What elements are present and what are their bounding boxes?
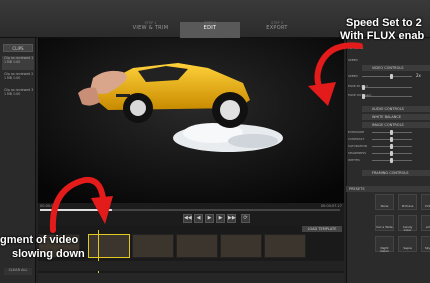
sharpness-label: SHARPNESS xyxy=(348,151,367,155)
contrast-slider[interactable] xyxy=(372,137,412,142)
preset-action[interactable]: Action xyxy=(421,215,430,231)
preset-none[interactable]: None xyxy=(375,194,394,210)
sharpness-slider[interactable] xyxy=(372,151,412,156)
preset-sky-wlt[interactable]: Sky Wlt xyxy=(421,236,430,252)
framing-controls-header[interactable]: FRAMING CONTROLS xyxy=(362,170,430,176)
exposure-knob[interactable] xyxy=(390,130,393,135)
video-controls-header[interactable]: VIDEO CONTROLS xyxy=(362,65,430,71)
clip-item[interactable]: Clip as reviewed 3 1 MB 1:00 xyxy=(2,88,34,102)
audio-track xyxy=(38,273,344,283)
clip-date: 1:00 xyxy=(13,92,21,96)
preset-cut-a-wide[interactable]: Cut a Wide xyxy=(375,215,394,231)
clip-date: 1:00 xyxy=(13,60,21,64)
clip-size: 1 MB xyxy=(4,60,12,64)
audio-track xyxy=(38,261,344,271)
speed-value: 2x xyxy=(416,73,421,78)
step-export[interactable]: STEP 3 EXPORT xyxy=(242,21,312,38)
audio-controls-header[interactable]: AUDIO CONTROLS xyxy=(362,106,430,112)
contrast-knob[interactable] xyxy=(390,137,393,142)
red-arrow-bottom xyxy=(49,176,113,233)
step-label: EDIT xyxy=(203,24,217,31)
step-forward-icon[interactable]: ▶▶ xyxy=(227,214,236,223)
contrast-label: CONTRAST xyxy=(348,137,365,141)
whites-knob[interactable] xyxy=(390,158,393,163)
sharpness-knob[interactable] xyxy=(390,151,393,156)
step-label: EXPORT xyxy=(266,24,288,31)
timeline-thumbnail xyxy=(220,234,262,258)
clip-item[interactable]: Clip as reviewed 1 1 MB 1:00 xyxy=(2,56,34,70)
preset-protune[interactable]: Protune xyxy=(398,194,417,210)
clip-size: 1 MB xyxy=(4,76,12,80)
image-controls-header[interactable]: IMAGE CONTROLS xyxy=(362,122,430,128)
play-icon[interactable]: ▶ xyxy=(205,214,214,223)
presets-header: PRESETS xyxy=(346,186,430,192)
annotation-speed-line1: Speed Set to 2 xyxy=(346,17,422,29)
preset-night-vision[interactable]: Night Vision xyxy=(375,236,394,253)
clips-button[interactable]: CLIPS xyxy=(3,44,33,52)
timeline-thumbnail xyxy=(264,234,306,258)
step-view-trim[interactable]: STEP 1 VIEW & TRIM xyxy=(123,21,178,38)
clip-item[interactable]: Clip as reviewed 2 1 MB 1:00 xyxy=(2,72,34,86)
speed-slider-knob[interactable] xyxy=(390,74,393,79)
frame-back-icon[interactable]: ◀ xyxy=(194,214,203,223)
exposure-slider[interactable] xyxy=(372,130,412,135)
white-balance-header[interactable]: WHITE BALANCE xyxy=(362,114,430,120)
exposure-label: EXPOSURE xyxy=(348,130,365,134)
clip-size: 1 MB xyxy=(4,92,12,96)
preset-sepia[interactable]: Sepia xyxy=(398,236,417,252)
clip-date: 1:00 xyxy=(13,76,21,80)
frame-forward-icon[interactable]: ▶ xyxy=(216,214,225,223)
clear-all-button[interactable]: CLEAR ALL xyxy=(4,268,32,275)
preset-vintage[interactable]: Vintage xyxy=(421,194,430,210)
saturation-label: SATURATION xyxy=(348,144,367,148)
time-end: 00:00:07.27 xyxy=(320,204,342,208)
whites-slider[interactable] xyxy=(372,158,412,163)
load-template-button[interactable]: LOAD TEMPLATE xyxy=(302,226,342,232)
step-back-icon[interactable]: ◀◀ xyxy=(183,214,192,223)
step-edit[interactable]: STEP 2 EDIT xyxy=(180,21,240,38)
saturation-slider[interactable] xyxy=(372,144,412,149)
timeline-thumbnail xyxy=(176,234,218,258)
red-arrow-top xyxy=(308,42,363,106)
annotation-segment-line2: slowing down xyxy=(12,248,85,260)
preset-candy-color[interactable]: Candy Color xyxy=(398,215,417,232)
saturation-knob[interactable] xyxy=(390,144,393,149)
whites-label: WHITES xyxy=(348,158,360,162)
step-label: VIEW & TRIM xyxy=(132,24,169,31)
timeline-thumbnail xyxy=(132,234,174,258)
loop-icon[interactable]: ⟳ xyxy=(241,214,250,223)
